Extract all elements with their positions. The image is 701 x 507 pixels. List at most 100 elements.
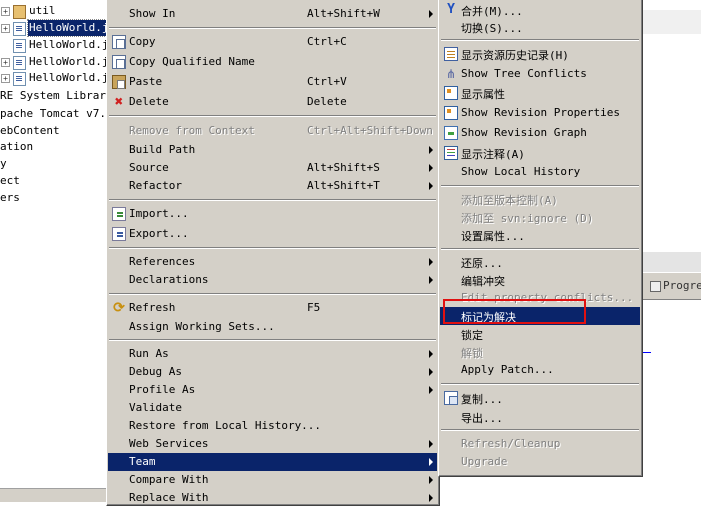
menu-item-label: Show Local History [461,165,581,178]
tree-item-label: HelloWorld.ja [29,38,106,51]
java-file-icon [13,39,26,53]
menu-item-label: Show In [129,7,176,20]
menu-item-show-revision-graph[interactable]: Show Revision Graph [440,124,640,142]
menu-item-copy[interactable]: 复制... [440,389,640,407]
menu-item-profile-as[interactable]: Profile As [108,381,437,399]
menu-item-compare-with[interactable]: Compare With [108,471,437,489]
menu-item-copy-qualified-name[interactable]: Copy Qualified Name [108,53,437,71]
menu-item-label: 复制... [461,393,503,406]
submenu-arrow-icon [429,258,433,266]
menu-separator [441,185,639,187]
expand-icon[interactable]: + [1,74,10,83]
menu-item-add-to-version-control: 添加至版本控制(A) [440,190,640,208]
menu-item-shortcut: F5 [307,301,321,314]
menu-item-label: Apply Patch... [461,363,554,376]
editor-strip [643,252,701,272]
copy-qualified-icon [112,55,126,69]
menu-item-label: 切换(S)... [461,22,523,35]
menu-item-label: Profile As [129,383,196,396]
menu-item-source[interactable]: Source Alt+Shift+S [108,159,437,177]
menu-item-show-in[interactable]: Show In Alt+Shift+W [108,5,437,23]
submenu-arrow-icon [429,494,433,502]
editor-background [643,0,701,502]
menu-item-label: 添加至 svn:ignore (D) [461,212,594,225]
menu-item-references[interactable]: References [108,253,437,271]
tree-item-label: HelloWorld.ja [29,55,106,68]
menu-item-label: Refactor [129,179,182,192]
expand-icon[interactable]: + [1,24,10,33]
menu-separator [441,248,639,250]
menu-item-show-tree-conflicts[interactable]: ⋔ Show Tree Conflicts [440,65,640,83]
history-icon [444,47,458,61]
progress-view-tab[interactable]: Progres [643,272,701,300]
menu-item-label: Upgrade [461,455,508,468]
menu-item-label: References [129,255,196,268]
menu-item-restore-from-local-history[interactable]: Restore from Local History... [108,417,437,435]
menu-item-declarations[interactable]: Declarations [108,271,437,289]
menu-item-set-property[interactable]: 设置属性... [440,226,640,244]
menu-item-label: Remove from Context [129,124,255,137]
menu-item-paste[interactable]: Paste Ctrl+V [108,73,437,91]
menu-item-label: Compare With [129,473,209,486]
menu-item-delete[interactable]: ✖ Delete Delete [108,93,437,111]
menu-item-replace-with[interactable]: Replace With [108,489,437,507]
copy-icon [112,35,126,49]
package-explorer-tree: + util + HelloWorld.ja HelloWorld.ja + H… [0,0,106,502]
tree-conflicts-icon: ⋔ [445,67,457,81]
paste-icon [112,75,126,89]
menu-item-export[interactable]: 导出... [440,408,640,426]
menu-item-copy[interactable]: Copy Ctrl+C [108,33,437,51]
menu-item-team[interactable]: Team [108,453,437,471]
menu-item-show-properties[interactable]: 显示属性 [440,84,640,102]
menu-item-label: 设置属性... [461,230,525,243]
menu-item-export[interactable]: Export... [108,225,437,243]
menu-item-label: Build Path [129,143,196,156]
menu-item-web-services[interactable]: Web Services [108,435,437,453]
expand-icon[interactable]: + [1,58,10,67]
tree-item-label: ation [0,140,34,153]
menu-item-show-resource-history[interactable]: 显示资源历史记录(H) [440,45,640,63]
menu-item-revert[interactable]: 还原... [440,253,640,271]
menu-item-lock[interactable]: 锁定 [440,325,640,343]
menu-item-refactor[interactable]: Refactor Alt+Shift+T [108,177,437,195]
menu-item-label: 编辑冲突 [461,275,505,288]
menu-item-show-annotation[interactable]: 显示注释(A) [440,144,640,162]
menu-item-shortcut: Alt+Shift+T [307,179,380,192]
menu-separator [441,383,639,385]
tree-scrollbar-area[interactable] [0,488,106,502]
team-submenu: Y 合并(M)... 切换(S)... 显示资源历史记录(H) ⋔ Show T… [438,0,643,477]
copy-icon [444,391,458,405]
menu-item-shortcut: Alt+Shift+S [307,161,380,174]
tree-item-label: util [29,4,56,17]
menu-item-label: 添加至版本控制(A) [461,194,558,207]
menu-item-assign-working-sets[interactable]: Assign Working Sets... [108,318,437,336]
menu-separator [441,429,639,431]
menu-item-validate[interactable]: Validate [108,399,437,417]
menu-item-debug-as[interactable]: Debug As [108,363,437,381]
submenu-arrow-icon [429,386,433,394]
merge-icon: Y [447,2,455,17]
menu-item-build-path[interactable]: Build Path [108,141,437,159]
menu-item-label: Copy Qualified Name [129,55,255,68]
submenu-arrow-icon [429,146,433,154]
submenu-arrow-icon [429,10,433,18]
java-file-icon [13,56,26,70]
menu-item-import[interactable]: Import... [108,205,437,223]
expand-icon[interactable]: + [1,7,10,16]
menu-item-label: Declarations [129,273,209,286]
menu-item-switch[interactable]: 切换(S)... [440,18,640,36]
menu-item-label: 显示属性 [461,88,505,101]
menu-item-show-revision-properties[interactable]: Show Revision Properties [440,104,640,122]
menu-item-label: Import... [129,207,189,220]
menu-item-merge[interactable]: Y 合并(M)... [440,1,640,19]
menu-item-apply-patch[interactable]: Apply Patch... [440,361,640,379]
export-icon [112,227,126,241]
menu-item-edit-conflicts[interactable]: 编辑冲突 [440,271,640,289]
menu-item-show-local-history[interactable]: Show Local History [440,163,640,181]
menu-item-run-as[interactable]: Run As [108,345,437,363]
submenu-arrow-icon [429,458,433,466]
menu-item-label: Refresh [129,301,176,314]
menu-item-refresh[interactable]: ⟳ Refresh F5 [108,299,437,317]
menu-separator [109,27,436,29]
menu-item-label: 解锁 [461,347,483,360]
